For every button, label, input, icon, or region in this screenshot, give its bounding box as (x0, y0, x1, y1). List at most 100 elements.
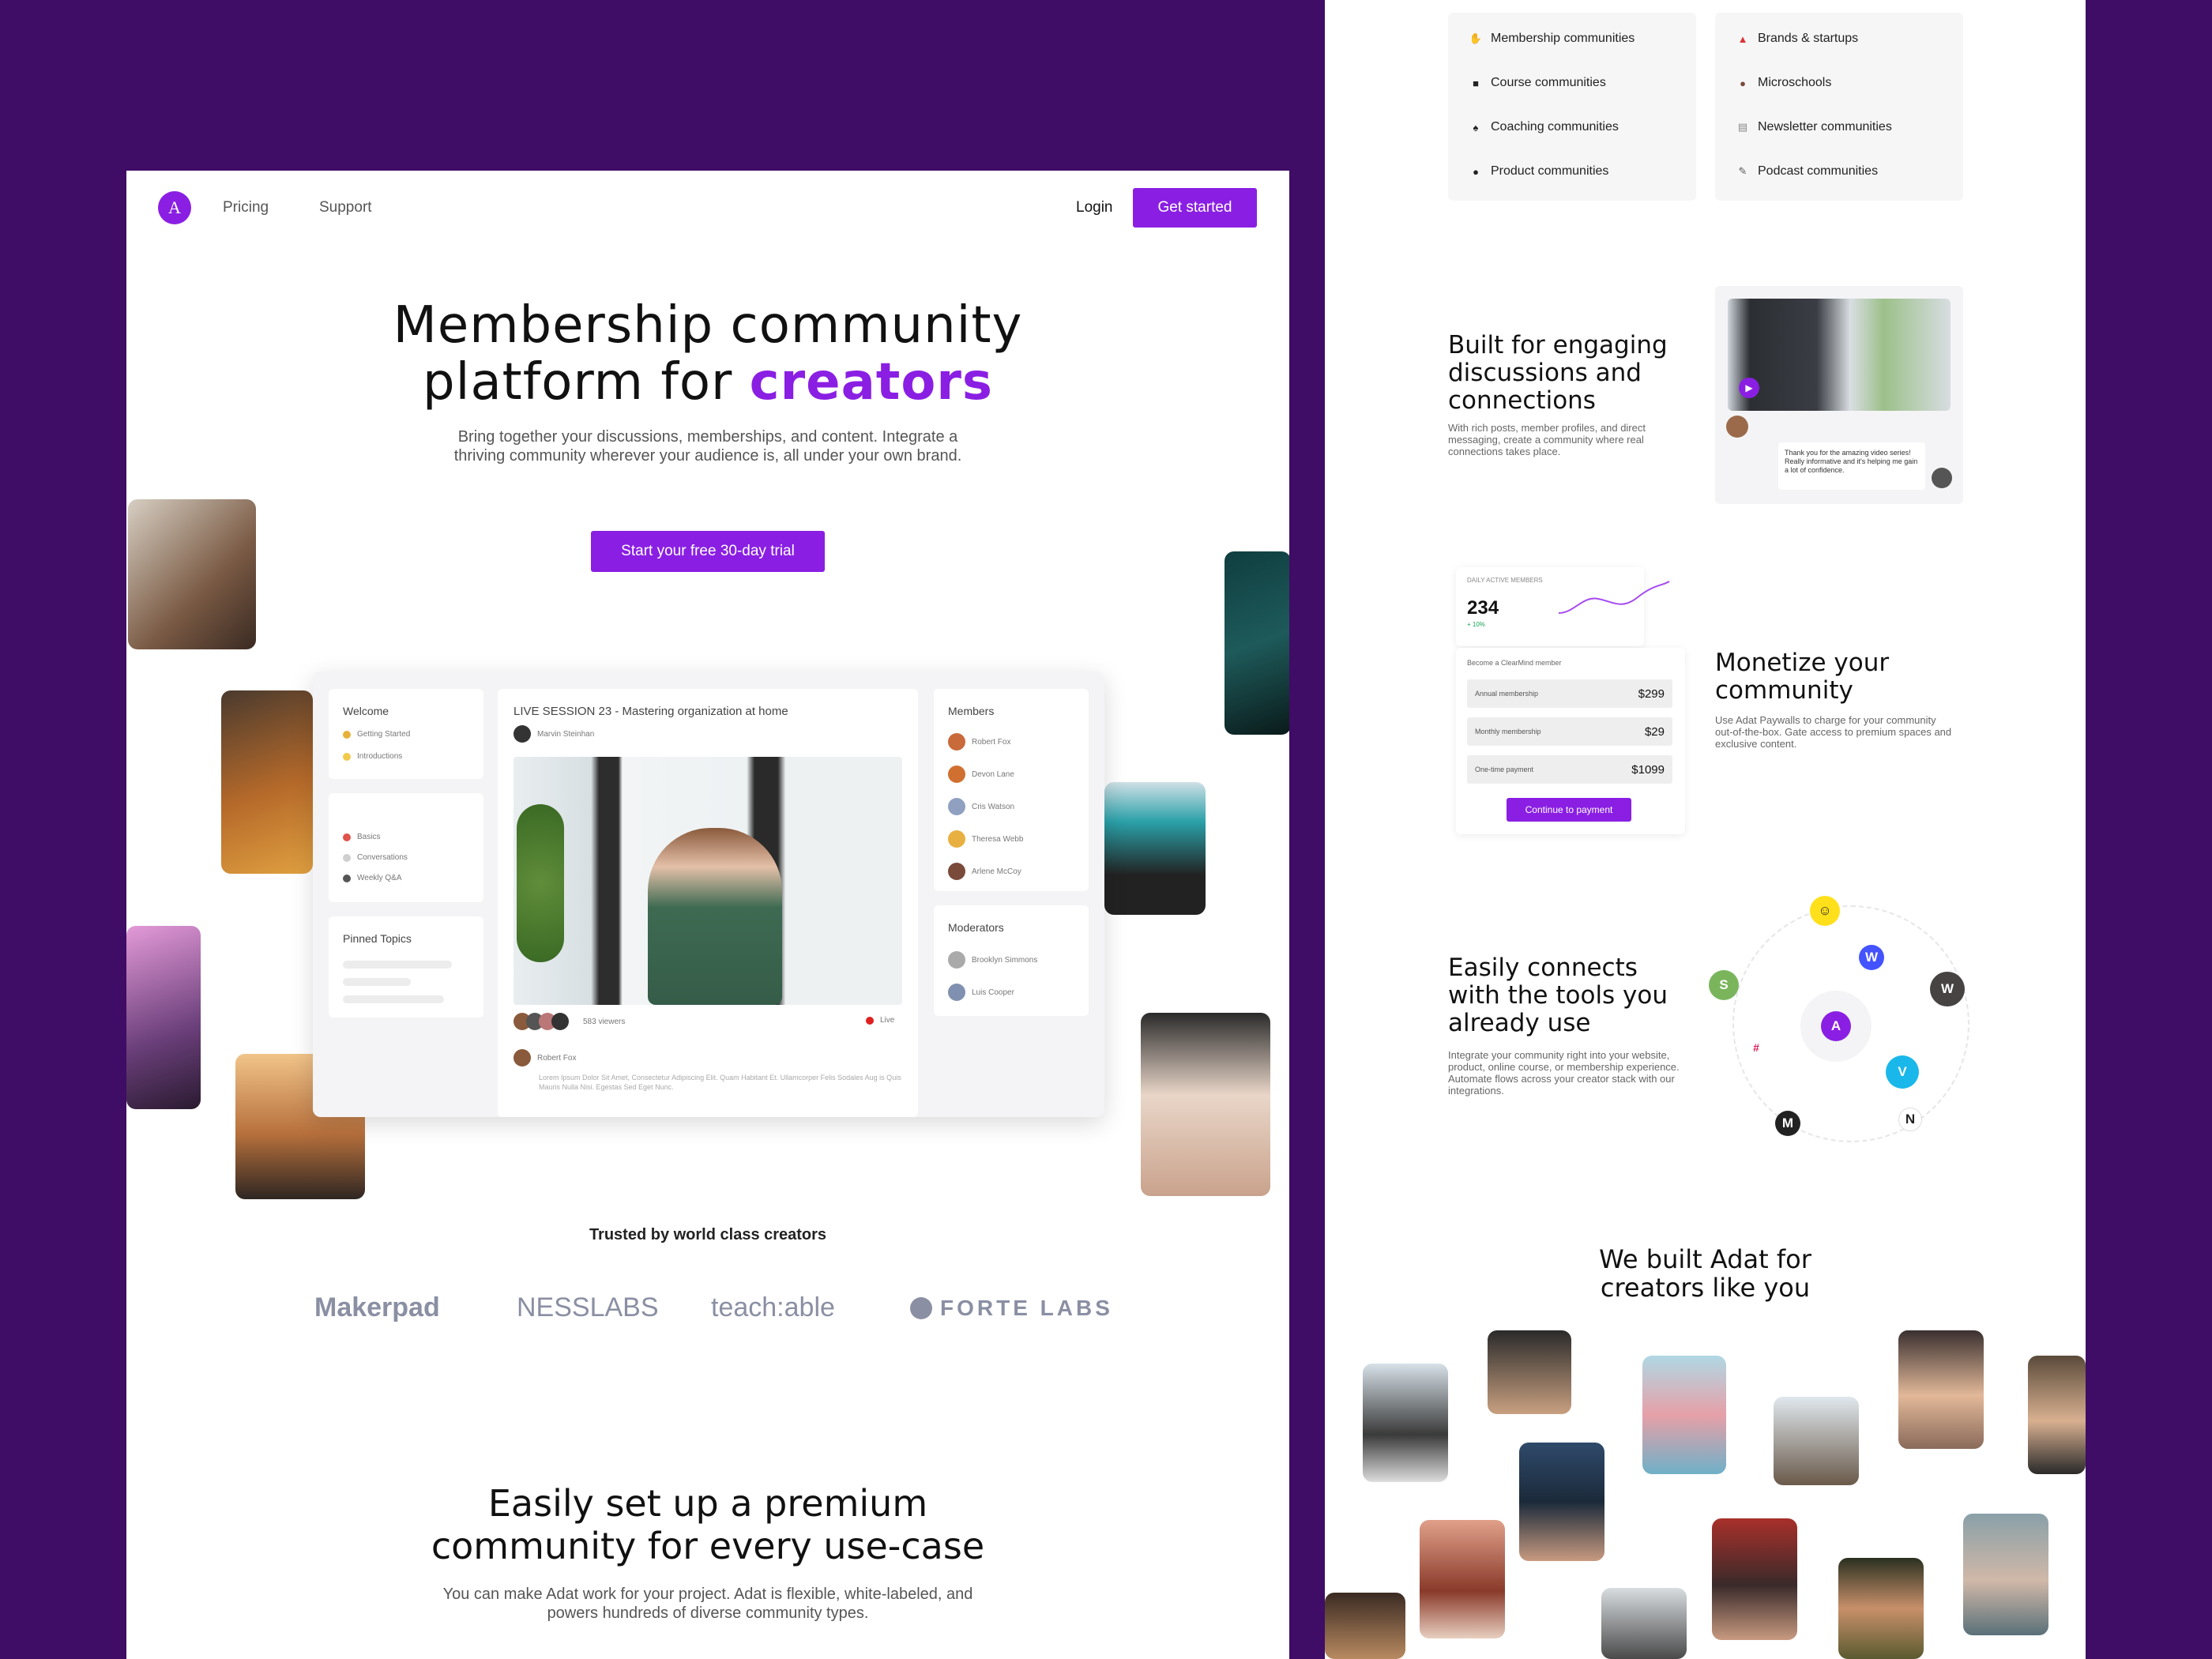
sidebar-item-getting-started[interactable]: Getting Started (343, 730, 410, 739)
use-case-brands[interactable]: ▲ Brands & startups (1737, 32, 1859, 46)
sidebar-item-introductions[interactable]: Introductions (343, 752, 402, 761)
forte-labs-mark-icon (910, 1297, 932, 1319)
use-case-product[interactable]: ● Product communities (1470, 164, 1608, 179)
landing-page-features: ✋ Membership communities ■ Course communit… (1325, 0, 2086, 1659)
use-case-label: Brands & startups (1758, 32, 1859, 45)
webflow-icon[interactable]: W (1859, 945, 1884, 970)
setup-heading-line2: community for every use-case (431, 1525, 985, 1567)
headphones-icon (343, 874, 351, 882)
use-case-label: Membership communities (1491, 32, 1635, 45)
active-members-widget: DAILY ACTIVE MEMBERS 234 + 10% (1456, 567, 1670, 646)
checkout-title: Become a ClearMind member (1467, 659, 1562, 667)
moderator-item[interactable]: Luis Cooper (948, 984, 1014, 1001)
sidebar-item-conversations[interactable]: Conversations (343, 853, 408, 862)
video-thumbnail[interactable]: ▶ (1728, 299, 1951, 411)
use-case-podcast[interactable]: ✎ Podcast communities (1737, 164, 1879, 179)
login-link[interactable]: Login (1076, 199, 1113, 216)
wordpress-icon[interactable]: W (1930, 972, 1965, 1006)
video-player[interactable] (514, 757, 902, 1005)
creator-photo-blonde-woman (1141, 1013, 1270, 1196)
member-item[interactable]: Robert Fox (948, 733, 1010, 750)
hero-title: Membership community platform for creato… (126, 297, 1289, 411)
moderators-title: Moderators (948, 921, 1004, 934)
start-trial-button[interactable]: Start your free 30-day trial (591, 531, 825, 572)
live-session-card: LIVE SESSION 23 - Mastering organization… (498, 689, 918, 1117)
logo-makerpad: Makerpad (314, 1292, 440, 1322)
moderator-item[interactable]: Brooklyn Simmons (948, 951, 1037, 969)
integrations-description: Integrate your community right into your… (1448, 1049, 1680, 1097)
use-case-label: Product communities (1491, 164, 1609, 178)
viewer-count: 583 viewers (514, 1013, 625, 1030)
creator-photo (2028, 1356, 2086, 1474)
sidebar-item-label: Basics (357, 833, 381, 841)
setup-subtitle: You can make Adat work for your project.… (442, 1586, 973, 1622)
pinned-topics-title: Pinned Topics (343, 932, 412, 945)
use-case-course[interactable]: ■ Course communities (1470, 76, 1606, 90)
setup-heading-line1: Easily set up a premium (487, 1482, 928, 1525)
vimeo-icon[interactable]: V (1886, 1055, 1919, 1089)
use-case-label: Microschools (1758, 76, 1832, 89)
plan-monthly[interactable]: Monthly membership $29 (1467, 717, 1672, 746)
creator-photo (1519, 1443, 1604, 1561)
continue-to-payment-button[interactable]: Continue to payment (1507, 798, 1631, 822)
play-icon[interactable]: ▶ (1739, 378, 1759, 398)
avatar (514, 1049, 531, 1066)
use-case-coaching[interactable]: ♠ Coaching communities (1470, 120, 1619, 134)
use-case-membership[interactable]: ✋ Membership communities (1469, 32, 1635, 46)
sidebar-item-label: Introductions (357, 752, 403, 761)
moderator-name: Brooklyn Simmons (972, 955, 1038, 965)
avatar (1726, 416, 1748, 438)
creator-photo-neon-woman (126, 926, 201, 1109)
sidebar-item-label: Conversations (357, 853, 408, 862)
live-dot-icon (866, 1016, 874, 1025)
books-icon: ■ (1473, 77, 1479, 89)
slack-icon[interactable]: # (1747, 1038, 1766, 1057)
plan-price: $1099 (1631, 762, 1665, 777)
comment-text: Lorem Ipsum Dolor Sit Amet, Consectetur … (539, 1074, 901, 1091)
get-started-button[interactable]: Get started (1133, 188, 1257, 228)
shopify-icon[interactable]: S (1709, 970, 1739, 1000)
placeholder-line (343, 995, 444, 1003)
avatar (948, 798, 965, 815)
member-item[interactable]: Devon Lane (948, 766, 1014, 783)
discussions-heading: Built for engaging discussions and conne… (1448, 332, 1668, 415)
member-item[interactable]: Arlene McCoy (948, 863, 1021, 880)
brand-logo[interactable]: A (158, 191, 191, 224)
integrations-heading: Easily connects with the tools you alrea… (1448, 954, 1668, 1037)
hero-subtitle: Bring together your discussions, members… (453, 428, 962, 465)
avatar (948, 951, 965, 969)
use-case-label: Newsletter communities (1758, 120, 1892, 134)
use-case-newsletter[interactable]: ▤ Newsletter communities (1737, 120, 1892, 134)
nav-link-support[interactable]: Support (319, 199, 372, 216)
plan-price: $299 (1638, 687, 1665, 701)
plan-one-time[interactable]: One-time payment $1099 (1467, 755, 1672, 784)
creator-photo (1898, 1330, 1984, 1449)
stat-label: DAILY ACTIVE MEMBERS (1467, 577, 1543, 584)
pin-icon (343, 833, 351, 841)
wave-hand-icon: ✋ (1469, 32, 1483, 44)
monetize-description: Use Adat Paywalls to charge for your com… (1715, 714, 1952, 750)
notion-icon[interactable]: N (1898, 1108, 1922, 1131)
member-item[interactable]: Theresa Webb (948, 830, 1023, 848)
creators-heading: We built Adat for creators like you (1325, 1245, 2086, 1302)
member-name: Cris Watson (972, 802, 1015, 811)
nav-link-pricing[interactable]: Pricing (223, 199, 269, 216)
plan-annual[interactable]: Annual membership $299 (1467, 679, 1672, 708)
member-item[interactable]: Cris Watson (948, 798, 1014, 815)
members-title: Members (948, 705, 995, 717)
landing-page-main: A Pricing Support Login Get started Memb… (126, 171, 1289, 1659)
mailchimp-icon[interactable]: ☺ (1810, 896, 1840, 926)
wave-icon (343, 752, 351, 761)
comment-author-name: Robert Fox (537, 1053, 577, 1063)
use-case-microschools[interactable]: ● Microschools (1737, 76, 1831, 90)
session-title: LIVE SESSION 23 - Mastering organization… (514, 705, 788, 718)
sidebar-item-basics[interactable]: Basics (343, 833, 380, 841)
welcome-card: Welcome Getting Started Introductions (329, 689, 483, 779)
use-case-card-2: ▲ Brands & startups ● Microschools ▤ Newsle… (1715, 13, 1963, 201)
use-case-label: Coaching communities (1491, 120, 1619, 134)
hero-title-accent: creators (749, 353, 993, 412)
sidebar-item-weekly-qa[interactable]: Weekly Q&A (343, 874, 402, 882)
medium-icon[interactable]: M (1775, 1111, 1800, 1136)
comment-author: Robert Fox (514, 1049, 576, 1066)
hero-title-line2-pre: platform for (423, 353, 750, 412)
